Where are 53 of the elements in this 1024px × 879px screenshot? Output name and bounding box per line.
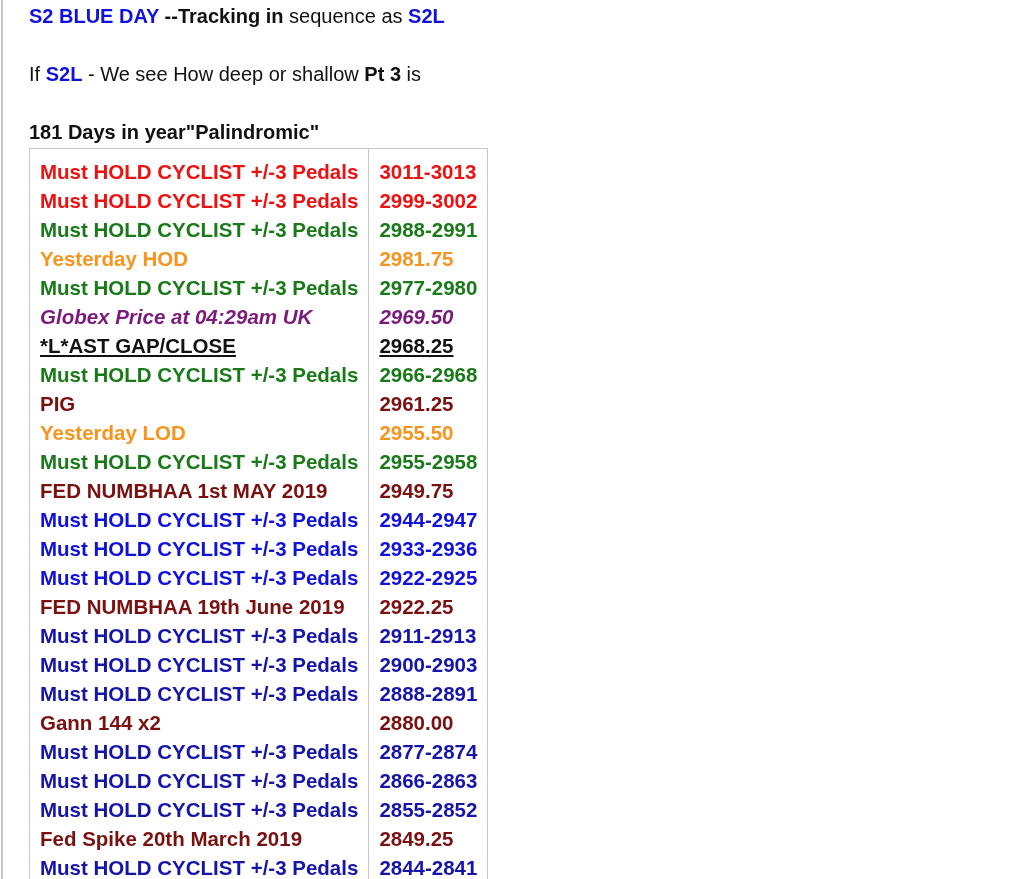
level-label: Fed Spike 20th March 2019 — [40, 826, 303, 852]
level-label: Must HOLD CYCLIST +/-3 Pedals — [40, 536, 359, 562]
level-value: 2968.25 — [379, 333, 454, 359]
level-label: Must HOLD CYCLIST +/-3 Pedals — [40, 797, 359, 823]
level-label: Globex Price at 04:29am UK — [40, 304, 313, 330]
level-value: 2969.50 — [379, 304, 454, 330]
level-label: Must HOLD CYCLIST +/-3 Pedals — [40, 681, 359, 707]
level-value: 2981.75 — [379, 246, 454, 272]
level-label: Must HOLD CYCLIST +/-3 Pedals — [40, 855, 359, 879]
level-label: PIG — [40, 391, 76, 417]
level-label: Must HOLD CYCLIST +/-3 Pedals — [40, 739, 359, 765]
level-value: 2880.00 — [379, 710, 454, 736]
level-value: 2944-2947 — [379, 507, 478, 533]
level-label: FED NUMBHAA 1st MAY 2019 — [40, 478, 328, 504]
level-label: Must HOLD CYCLIST +/-3 Pedals — [40, 275, 359, 301]
level-label: Must HOLD CYCLIST +/-3 Pedals — [40, 507, 359, 533]
level-label: Must HOLD CYCLIST +/-3 Pedals — [40, 188, 359, 214]
level-label: Must HOLD CYCLIST +/-3 Pedals — [40, 652, 359, 678]
text-line: If S2L - We see How deep or shallow Pt 3 is — [29, 62, 423, 86]
level-value: 2888-2891 — [379, 681, 478, 707]
level-value: 2922.25 — [379, 594, 454, 620]
level-value: 2922-2925 — [379, 565, 478, 591]
level-value: 2911-2913 — [379, 623, 477, 649]
level-label: Gann 144 x2 — [40, 710, 161, 736]
level-value: 2933-2936 — [379, 536, 478, 562]
level-label: Must HOLD CYCLIST +/-3 Pedals — [40, 768, 359, 794]
level-label: FED NUMBHAA 19th June 2019 — [40, 594, 345, 620]
level-value: 2866-2863 — [379, 768, 478, 794]
level-label: Must HOLD CYCLIST +/-3 Pedals — [40, 217, 359, 243]
level-label: Must HOLD CYCLIST +/-3 Pedals — [40, 159, 359, 185]
level-value: 2877-2874 — [379, 739, 478, 765]
level-label: *L*AST GAP/CLOSE — [40, 333, 236, 359]
level-value: 2900-2903 — [379, 652, 478, 678]
level-value: 2955.50 — [379, 420, 454, 446]
level-value: 2966-2968 — [379, 362, 478, 388]
level-label: Must HOLD CYCLIST +/-3 Pedals — [40, 623, 359, 649]
level-value: 2855-2852 — [379, 797, 478, 823]
level-value: 2955-2958 — [379, 449, 478, 475]
level-value: 2844-2841 — [379, 855, 478, 879]
text-line: 181 Days in year"Palindromic" — [29, 120, 321, 144]
level-label: Must HOLD CYCLIST +/-3 Pedals — [40, 449, 359, 475]
level-label: Must HOLD CYCLIST +/-3 Pedals — [40, 565, 359, 591]
level-value: 2961.25 — [379, 391, 454, 417]
level-label: Yesterday LOD — [40, 420, 186, 446]
level-value: 2988-2991 — [379, 217, 478, 243]
level-label: Yesterday HOD — [40, 246, 189, 272]
text-line: S2 BLUE DAY --Tracking in sequence as S2L — [29, 4, 446, 28]
level-value: 2949.75 — [379, 478, 454, 504]
level-value: 3011-3013 — [379, 159, 477, 185]
level-value: 2999-3002 — [379, 188, 478, 214]
level-label: Must HOLD CYCLIST +/-3 Pedals — [40, 362, 359, 388]
level-value: 2849.25 — [379, 826, 454, 852]
level-value: 2977-2980 — [379, 275, 478, 301]
